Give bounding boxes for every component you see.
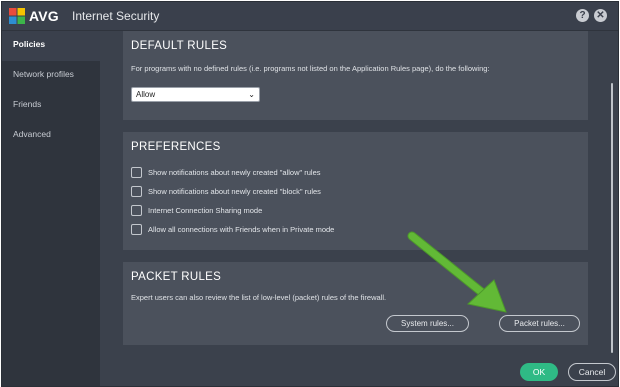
packet-rules-heading: PACKET RULES [131, 271, 222, 283]
notify-block-checkbox[interactable] [131, 185, 142, 197]
friends-private-label: Allow all connections with Friends when … [148, 224, 335, 234]
logo-text: AVG [29, 8, 59, 24]
notify-allow-option[interactable]: Show notifications about newly created "… [131, 165, 321, 179]
ics-mode-label: Internet Connection Sharing mode [148, 205, 263, 215]
close-button[interactable]: ✕ [594, 9, 607, 22]
preferences-heading: PREFERENCES [131, 141, 221, 153]
avg-logo-icon [9, 8, 25, 24]
default-rule-select[interactable]: Allow ⌄ [131, 87, 260, 102]
packet-rules-panel: PACKET RULES Expert users can also revie… [123, 262, 588, 345]
sidebar-item-advanced[interactable]: Advanced [2, 121, 100, 151]
sidebar-item-friends[interactable]: Friends [2, 91, 100, 121]
cancel-button[interactable]: Cancel [568, 363, 616, 381]
default-rules-heading: DEFAULT RULES [131, 40, 228, 52]
scrollbar-thumb[interactable] [611, 83, 613, 353]
packet-rules-description: Expert users can also review the list of… [131, 293, 387, 302]
notify-allow-label: Show notifications about newly created "… [148, 167, 321, 177]
title-bar: AVG Internet Security ? ✕ [2, 2, 618, 31]
friends-private-checkbox[interactable] [131, 223, 142, 235]
default-rule-select-value: Allow [136, 90, 156, 99]
ics-mode-checkbox[interactable] [131, 204, 142, 216]
help-button[interactable]: ? [576, 9, 589, 22]
sidebar-item-network-profiles[interactable]: Network profiles [2, 61, 100, 91]
default-rules-description: For programs with no defined rules (i.e.… [131, 64, 490, 73]
chevron-down-icon: ⌄ [248, 90, 255, 99]
ok-button[interactable]: OK [520, 363, 558, 381]
app-title: Internet Security [72, 9, 160, 23]
app-window: AVG Internet Security ? ✕ Policies Netwo… [1, 1, 619, 387]
sidebar: Policies Network profiles Friends Advanc… [2, 31, 100, 386]
default-rules-panel: DEFAULT RULES For programs with no defin… [123, 31, 588, 120]
ics-mode-option[interactable]: Internet Connection Sharing mode [131, 203, 262, 217]
notify-allow-checkbox[interactable] [131, 166, 142, 178]
notify-block-label: Show notifications about newly created "… [148, 186, 321, 196]
dialog-footer: OK Cancel [100, 358, 618, 386]
notify-block-option[interactable]: Show notifications about newly created "… [131, 184, 321, 198]
friends-private-option[interactable]: Allow all connections with Friends when … [131, 222, 334, 236]
preferences-panel: PREFERENCES Show notifications about new… [123, 132, 588, 250]
main-content: DEFAULT RULES For programs with no defin… [100, 31, 618, 358]
sidebar-item-policies[interactable]: Policies [2, 31, 100, 61]
annotation-arrow-icon [407, 231, 507, 313]
